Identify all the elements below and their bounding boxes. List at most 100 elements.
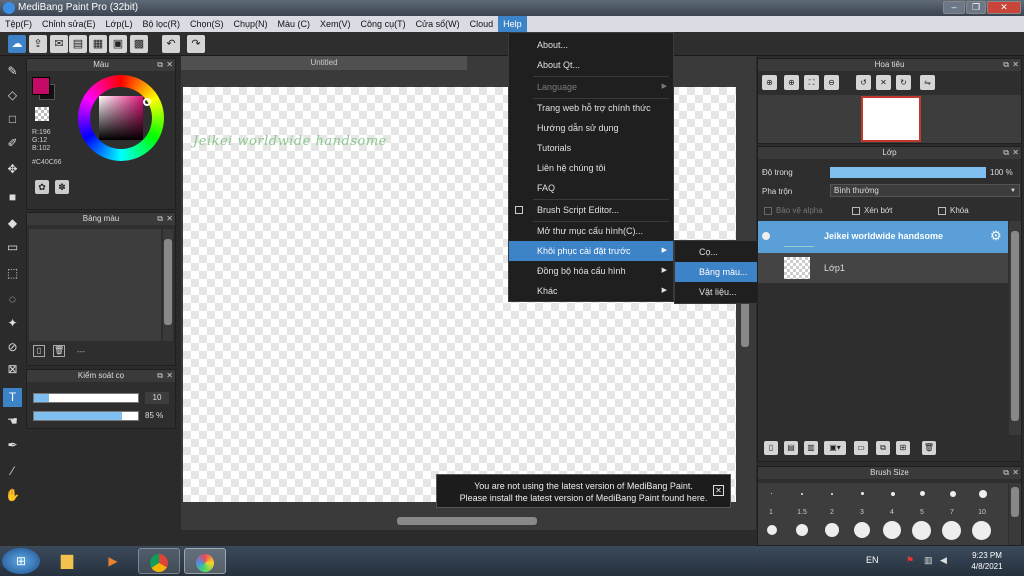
rotate-left-icon[interactable]: ↺ <box>856 75 871 90</box>
lock-checkbox[interactable]: Khóa <box>938 206 969 215</box>
new-layer-icon[interactable]: ▯ <box>764 441 778 455</box>
canvas-vscroll-thumb[interactable] <box>741 297 749 347</box>
volume-icon[interactable]: ◀ <box>940 555 947 566</box>
brush-size-scroll-thumb[interactable] <box>1011 487 1019 517</box>
canvas-hscroll-thumb[interactable] <box>397 517 537 525</box>
brush-size-dot[interactable] <box>825 523 839 537</box>
merge-layer-icon[interactable]: ⊞ <box>896 441 910 455</box>
layer-row-layer1[interactable]: Lớp1 <box>758 253 1008 283</box>
clock[interactable]: 9:23 PM 4/8/2021 <box>962 550 1012 572</box>
menu-tools[interactable]: Công cụ(T) <box>356 16 411 32</box>
grid-icon[interactable]: ▣ <box>109 35 127 53</box>
gear-icon[interactable]: ⚙ <box>990 228 1002 244</box>
new-8bit-layer-icon[interactable]: ▥ <box>804 441 818 455</box>
flip-icon[interactable]: ⇋ <box>920 75 935 90</box>
close-button[interactable]: ✕ <box>987 1 1021 14</box>
menu-snap[interactable]: Chụp(N) <box>229 16 273 32</box>
palette-scroll-thumb[interactable] <box>164 239 172 325</box>
operation-tool-icon[interactable]: ☚ <box>3 412 22 431</box>
brush-size-dot[interactable] <box>950 491 956 497</box>
zoom-fit-icon[interactable]: ⊕ <box>784 75 799 90</box>
brush-size-dot[interactable] <box>854 522 870 538</box>
transparent-swatch[interactable] <box>35 107 49 121</box>
menu-item-other[interactable]: Khác ▶ <box>509 281 673 301</box>
palette-scrollbar[interactable] <box>163 229 173 341</box>
menu-edit[interactable]: Chỉnh sửa(E) <box>37 16 101 32</box>
dot-tool-icon[interactable]: □ <box>3 110 22 129</box>
float-icon[interactable]: ⧉ <box>157 213 163 225</box>
add-layer-menu-icon[interactable]: ▣▾ <box>824 441 846 455</box>
menu-item-faq[interactable]: FAQ <box>509 178 673 198</box>
brush-size-dot[interactable] <box>942 521 961 540</box>
fit-window-icon[interactable]: ⛶ <box>804 75 819 90</box>
hand-tool-icon[interactable]: ✋ <box>3 486 22 505</box>
float-icon[interactable]: ⧉ <box>157 370 163 382</box>
menu-view[interactable]: Xem(V) <box>315 16 356 32</box>
undo-icon[interactable]: ↶ <box>162 35 180 53</box>
new-palette-icon[interactable]: ▯ <box>33 345 45 357</box>
shape-tool-icon[interactable]: ■ <box>3 188 22 207</box>
start-button-icon[interactable]: ⊞ <box>2 548 40 574</box>
fill-tool-icon[interactable]: ◆ <box>3 214 22 233</box>
brush-size-dot[interactable] <box>796 524 808 536</box>
hue-wheel[interactable] <box>78 75 164 161</box>
brush-size-slider[interactable] <box>33 393 139 403</box>
reset-view-icon[interactable]: ✕ <box>876 75 891 90</box>
cloud-icon[interactable]: ☁ <box>8 35 26 53</box>
brush-size-dot[interactable] <box>912 521 931 540</box>
navigator-viewport[interactable] <box>861 96 921 142</box>
menu-item-contact[interactable]: Liên hệ chúng tôi <box>509 158 673 178</box>
float-icon[interactable]: ⧉ <box>1003 147 1009 159</box>
file-explorer-icon[interactable]: ▆ <box>46 548 88 574</box>
menu-filter[interactable]: Bộ lọc(R) <box>137 16 185 32</box>
network-icon[interactable]: ▥ <box>924 555 933 566</box>
gradient-tool-icon[interactable]: ▭ <box>3 238 22 257</box>
hue-cursor[interactable] <box>143 98 151 106</box>
navigator-preview[interactable] <box>758 95 1021 143</box>
zoom-in-icon[interactable]: ⊕ <box>762 75 777 90</box>
rotate-right-icon[interactable]: ↻ <box>896 75 911 90</box>
float-icon[interactable]: ⧉ <box>1003 467 1009 479</box>
zoom-out-icon[interactable]: ⊖ <box>824 75 839 90</box>
menu-layer[interactable]: Lớp(L) <box>101 16 138 32</box>
close-icon[interactable]: ✕ <box>1012 467 1019 479</box>
menu-item-about[interactable]: About... <box>509 35 673 55</box>
delete-layer-icon[interactable]: 🗑 <box>922 441 936 455</box>
visibility-icon[interactable] <box>762 232 770 240</box>
brush-size-dot[interactable] <box>831 493 833 495</box>
comment-icon[interactable]: ▤ <box>69 35 87 53</box>
clipping-checkbox[interactable]: Xén bớt <box>852 206 892 215</box>
close-icon[interactable]: ✕ <box>166 59 173 71</box>
menu-item-about-qt[interactable]: About Qt... <box>509 55 673 75</box>
brush-size-dot[interactable] <box>771 493 772 494</box>
new-halftone-layer-icon[interactable]: ▤ <box>784 441 798 455</box>
brush-tool-icon[interactable]: ✎ <box>3 62 22 81</box>
layer-opacity-slider[interactable] <box>830 167 986 178</box>
palette-area[interactable] <box>29 229 161 341</box>
eyedropper-2-icon[interactable]: ⁄ <box>3 462 22 481</box>
menu-item-user-guide[interactable]: Hướng dẫn sử dụng <box>509 118 673 138</box>
palette-icon[interactable]: ✿ <box>35 180 49 194</box>
media-player-icon[interactable]: ▶ <box>92 548 134 574</box>
close-icon[interactable]: ✕ <box>166 213 173 225</box>
blend-mode-select[interactable]: Bình thường ▼ <box>830 184 1020 197</box>
close-icon[interactable]: ✕ <box>166 370 173 382</box>
brush-size-value[interactable]: 10 <box>145 392 169 404</box>
brush-opacity-slider[interactable] <box>33 411 139 421</box>
eyedropper-icon[interactable]: ✒ <box>3 436 22 455</box>
language-indicator[interactable]: EN <box>866 555 879 565</box>
notice-close-icon[interactable]: ✕ <box>713 485 724 496</box>
update-notice[interactable]: You are not using the latest version of … <box>436 474 731 508</box>
lasso-select-icon[interactable]: ◌ <box>3 290 22 309</box>
layer-scrollbar[interactable] <box>1009 221 1021 435</box>
brush-size-dot[interactable] <box>920 491 925 496</box>
magic-wand-icon[interactable]: ✦ <box>3 314 22 333</box>
close-icon[interactable]: ✕ <box>1012 147 1019 159</box>
notification-flag-icon[interactable]: ⚑ <box>906 555 914 566</box>
primary-color-swatch[interactable] <box>32 77 50 95</box>
duplicate-layer-icon[interactable]: ⧉ <box>876 441 890 455</box>
brush-size-scrollbar[interactable] <box>1009 483 1021 545</box>
document-icon[interactable]: ▦ <box>89 35 107 53</box>
menu-file[interactable]: Tệp(F) <box>0 16 37 32</box>
color-settings-icon[interactable]: ✽ <box>55 180 69 194</box>
